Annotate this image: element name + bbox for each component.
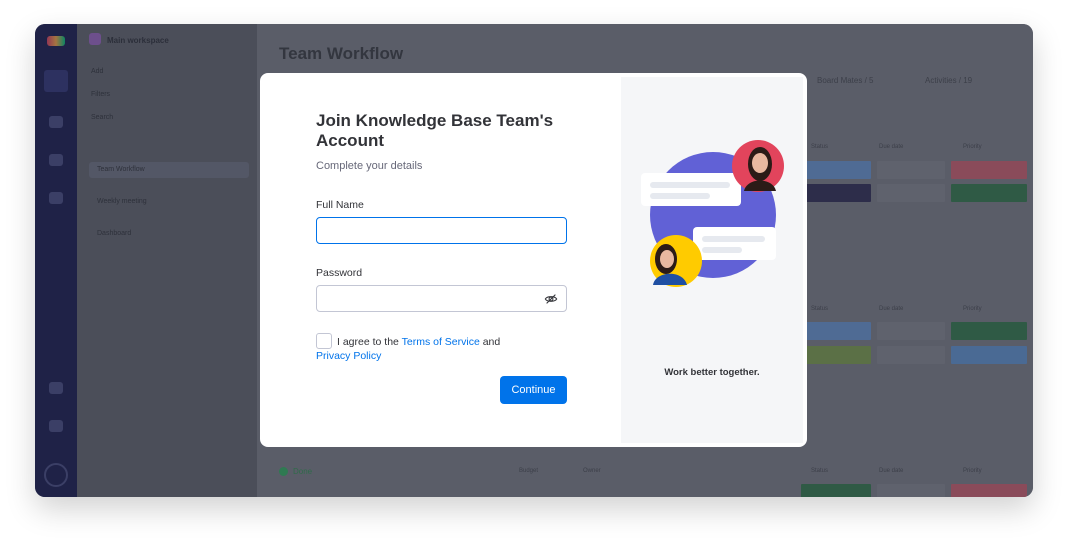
- eye-off-icon[interactable]: [544, 292, 558, 306]
- person-face: [752, 153, 768, 173]
- rail-mywork-icon: [49, 192, 63, 204]
- date-cell: [877, 346, 945, 364]
- rail-search-icon: [49, 420, 63, 432]
- privacy-policy-link[interactable]: Privacy Policy: [316, 349, 381, 363]
- tagline: Work better together.: [664, 367, 760, 378]
- activities-label: Activities / 19: [925, 76, 973, 85]
- priority-cell: [951, 161, 1027, 179]
- column-header: Owner: [583, 468, 601, 474]
- date-cell: [877, 184, 945, 202]
- column-header: Priority: [963, 144, 982, 150]
- person-face: [660, 250, 674, 268]
- column-header: Priority: [963, 468, 982, 474]
- priority-cell: [951, 346, 1027, 364]
- date-cell: [877, 484, 945, 497]
- rail-inbox-icon: [49, 154, 63, 166]
- column-header: Status: [811, 468, 829, 474]
- agree-prefix: I agree to the: [337, 336, 402, 348]
- status-cell: [801, 484, 871, 497]
- form-panel: Join Knowledge Base Team's Account Compl…: [260, 73, 620, 447]
- column-header: Budget: [519, 468, 539, 474]
- status-cell: [801, 346, 871, 364]
- group-name: Done: [293, 467, 313, 476]
- date-cell: [877, 322, 945, 340]
- board-link: Team Workflow: [97, 166, 145, 173]
- priority-cell: [951, 484, 1027, 497]
- user-avatar: [44, 463, 68, 487]
- sidebar-item-filters: Filters: [91, 91, 111, 98]
- group-dot-icon: [279, 467, 288, 476]
- status-cell: [801, 161, 871, 179]
- message-bubble: [693, 227, 776, 260]
- board-mates-label: Board Mates / 5: [817, 76, 874, 85]
- illustration-panel: Work better together.: [621, 77, 803, 443]
- app-rail: [35, 24, 77, 497]
- workspace-sidebar: Main workspace Add Filters Search Team W…: [77, 24, 257, 497]
- column-header: Due date: [879, 468, 904, 474]
- message-line: [650, 182, 730, 188]
- sidebar-item-add: Add: [91, 68, 104, 75]
- board-title: Team Workflow: [279, 44, 404, 63]
- continue-button[interactable]: Continue: [500, 376, 567, 404]
- rail-invite-icon: [49, 382, 63, 394]
- column-header: Status: [811, 144, 829, 150]
- message-line: [702, 247, 742, 253]
- modal-title: Join Knowledge Base Team's Account: [316, 111, 554, 150]
- workspace-badge-icon: [89, 33, 101, 45]
- app-logo-icon: [47, 36, 65, 46]
- message-bubble: [641, 173, 741, 206]
- column-header: Status: [811, 306, 829, 312]
- date-cell: [877, 161, 945, 179]
- status-cell: [801, 184, 871, 202]
- password-label: Password: [316, 267, 363, 279]
- password-field[interactable]: [316, 285, 567, 312]
- column-header: Due date: [879, 306, 904, 312]
- team-illustration: [641, 140, 784, 287]
- column-header: Due date: [879, 144, 904, 150]
- message-line: [702, 236, 765, 242]
- column-header: Priority: [963, 306, 982, 312]
- terms-of-service-link[interactable]: Terms of Service: [402, 336, 480, 348]
- agree-text: I agree to the Terms of Service and Priv…: [316, 335, 546, 363]
- message-line: [650, 193, 710, 199]
- modal-subtitle: Complete your details: [316, 160, 423, 172]
- full-name-label: Full Name: [316, 199, 364, 211]
- board-link: Dashboard: [97, 230, 132, 237]
- priority-cell: [951, 184, 1027, 202]
- priority-cell: [951, 322, 1027, 340]
- board-link: Weekly meeting: [97, 198, 147, 205]
- rail-home-icon: [44, 70, 68, 92]
- sidebar-item-search: Search: [91, 114, 114, 121]
- full-name-input[interactable]: [316, 217, 567, 244]
- join-account-modal: Join Knowledge Base Team's Account Compl…: [260, 73, 807, 447]
- agree-middle: and: [479, 336, 501, 348]
- workspace-title: Main workspace: [107, 36, 169, 45]
- rail-notifications-icon: [49, 116, 63, 128]
- status-cell: [801, 322, 871, 340]
